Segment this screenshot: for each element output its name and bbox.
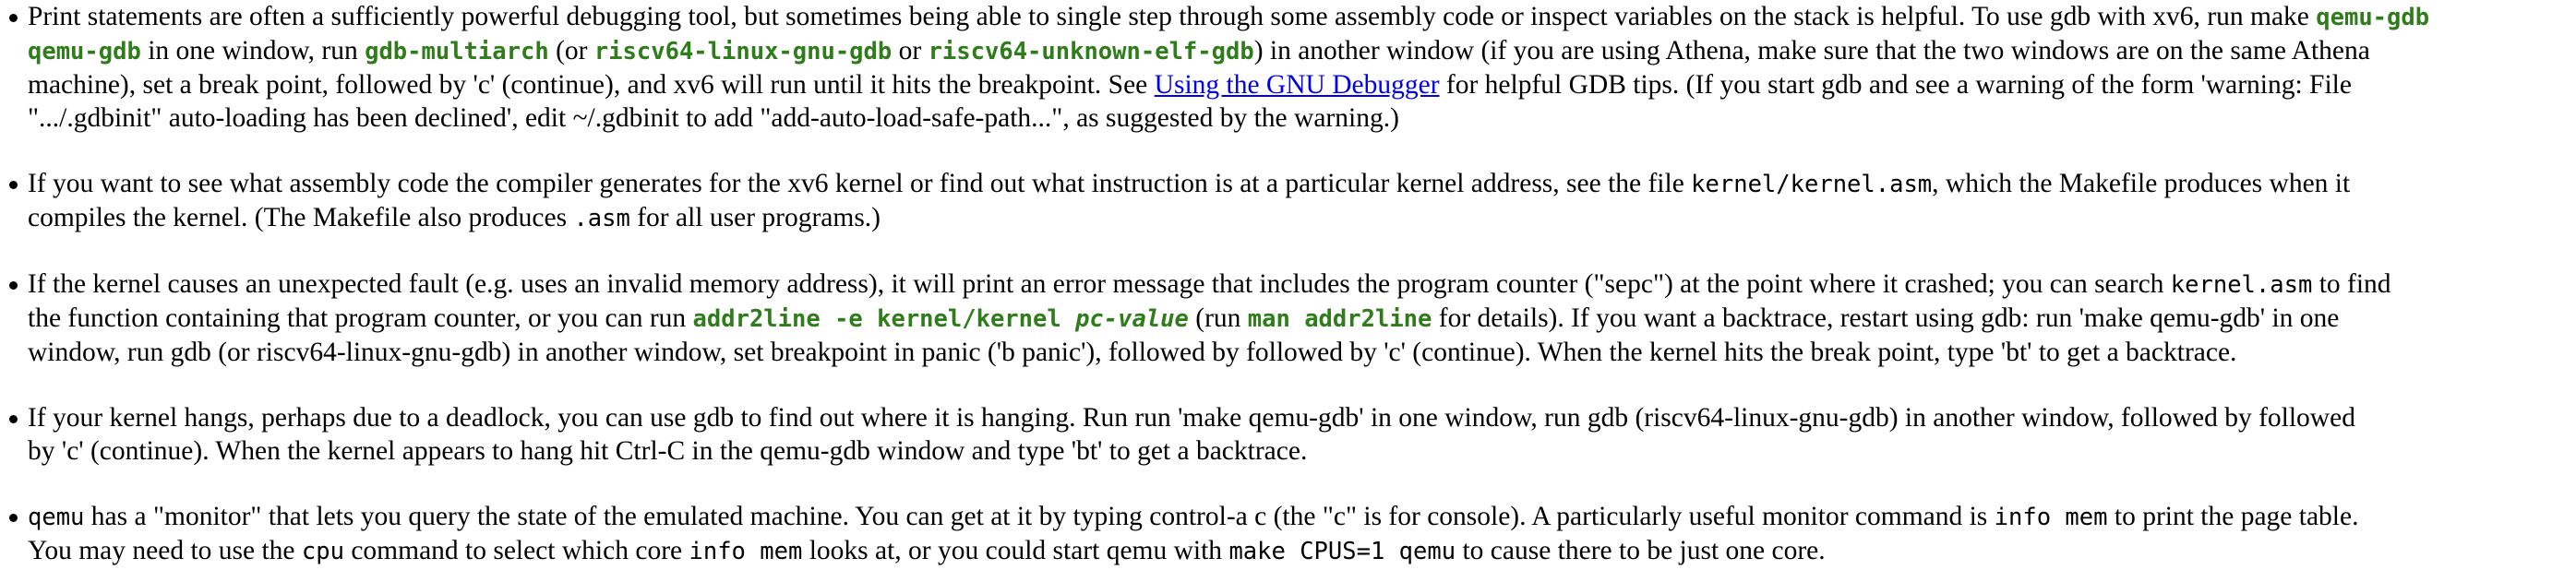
text-run: by 'c' (continue). When the kernel appea… — [28, 436, 1308, 466]
text-run: has a "monitor" that lets you query the … — [84, 502, 1995, 531]
text-run: (run — [1188, 303, 1248, 333]
text-line: If you want to see what assembly code th… — [28, 167, 2576, 201]
text-line: You may need to use the cpu command to s… — [28, 534, 2576, 568]
text-line: compiles the kernel. (The Makefile also … — [28, 201, 2576, 235]
list-item-asm-tip: If you want to see what assembly code th… — [0, 167, 2576, 235]
text-run: to print the page table. — [2107, 502, 2359, 531]
file-code: qemu — [28, 504, 85, 531]
text-line: ".../.gdbinit" auto-loading has been dec… — [28, 101, 2576, 135]
file-code: info mem — [1994, 504, 2108, 531]
text-run: , which the Makefile produces when it — [1932, 169, 2351, 198]
text-run: to find — [2312, 269, 2391, 299]
text-line: If the kernel causes an unexpected fault… — [28, 267, 2576, 302]
file-code: kernel/kernel.asm — [1691, 171, 1933, 198]
text-run: If your kernel hangs, perhaps due to a d… — [28, 403, 2355, 433]
command-code: qemu-gdb — [2316, 4, 2430, 31]
text-run: the function containing that program cou… — [28, 303, 693, 333]
text-run: If you want to see what assembly code th… — [28, 169, 1692, 198]
text-run: compiles the kernel. (The Makefile also … — [28, 203, 574, 232]
text-run: for helpful GDB tips. (If you start gdb … — [1439, 70, 2352, 100]
list-item-fault-tip: If the kernel causes an unexpected fault… — [0, 267, 2576, 369]
list-item-gdb-tip: Print statements are often a sufficientl… — [0, 0, 2576, 135]
text-line: Print statements are often a sufficientl… — [28, 0, 2576, 34]
command-code: addr2line -e kernel/kernel pc-value — [693, 305, 1189, 333]
text-run: looks at, or you could start qemu with — [802, 536, 1229, 565]
text-line: machine), set a break point, followed by… — [28, 68, 2576, 101]
text-run: machine), set a break point, followed by… — [28, 70, 1155, 100]
debugging-tips-list: Print statements are often a sufficientl… — [0, 0, 2576, 568]
text-run: in one window, run — [140, 36, 365, 65]
text-run: window, run gdb (or riscv64-linux-gnu-gd… — [28, 338, 2237, 367]
command-code: riscv64-linux-gnu-gdb — [593, 38, 893, 65]
file-code: make CPUS=1 qemu — [1228, 538, 1456, 565]
text-line: If your kernel hangs, perhaps due to a d… — [28, 401, 2576, 434]
text-line: window, run gdb (or riscv64-linux-gnu-gd… — [28, 336, 2576, 369]
command-code: man addr2line — [1247, 305, 1432, 333]
file-code: .asm — [573, 205, 630, 232]
text-run: If the kernel causes an unexpected fault… — [28, 269, 2171, 299]
list-item-qemu-monitor-tip: qemu has a "monitor" that lets you query… — [0, 500, 2576, 568]
text-line: qemu-gdb in one window, run gdb-multiarc… — [28, 34, 2576, 68]
text-run: for all user programs.) — [629, 203, 881, 232]
file-code: kernel.asm — [2170, 271, 2313, 299]
text-run: You may need to use the — [28, 536, 302, 565]
gnu-debugger-link[interactable]: Using the GNU Debugger — [1155, 70, 1440, 100]
text-run: to cause there to be just one core. — [1456, 536, 1826, 565]
text-run: or — [892, 36, 929, 65]
text-run: command to select which core — [343, 536, 689, 565]
command-code-part: addr2line -e kernel/kernel — [692, 305, 1076, 333]
command-code: riscv64-unknown-elf-gdb — [928, 38, 1254, 65]
text-line: by 'c' (continue). When the kernel appea… — [28, 434, 2576, 468]
command-code: gdb-multiarch — [365, 38, 549, 65]
text-line: the function containing that program cou… — [28, 302, 2576, 336]
text-run: Print statements are often a sufficientl… — [28, 2, 2317, 31]
file-code: info mem — [689, 538, 803, 565]
command-code: qemu-gdb — [28, 38, 141, 65]
text-run: ) in another window (if you are using At… — [1253, 36, 2370, 65]
command-code-placeholder: pc-value — [1075, 305, 1189, 333]
text-run: ".../.gdbinit" auto-loading has been dec… — [28, 103, 1399, 133]
file-code: cpu — [301, 538, 344, 565]
list-item-hang-tip: If your kernel hangs, perhaps due to a d… — [0, 401, 2576, 468]
text-run: (or — [548, 36, 594, 65]
text-run: for details). If you want a backtrace, r… — [1432, 303, 2340, 333]
text-line: qemu has a "monitor" that lets you query… — [28, 500, 2576, 534]
